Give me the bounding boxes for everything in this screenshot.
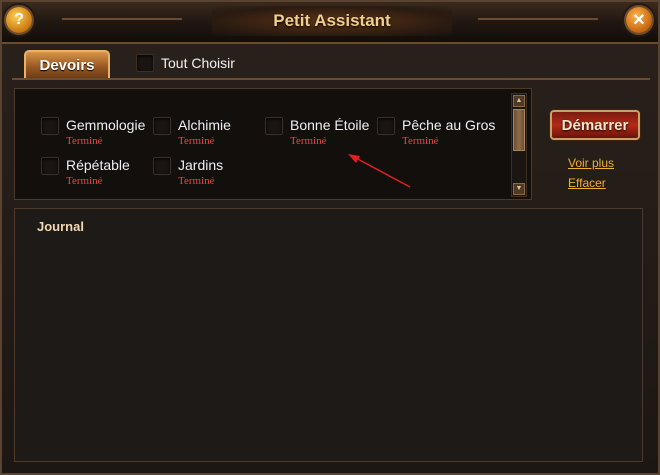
task-alchimie[interactable]: Alchimie Terminé [153,117,231,148]
task-name: Bonne Étoile [290,117,370,133]
task-name: Alchimie [178,117,231,133]
start-button[interactable]: Démarrer [550,110,640,140]
task-status: Terminé [290,135,327,147]
task-checkbox[interactable] [41,157,59,175]
title-ornament-left [62,18,182,20]
see-more-link[interactable]: Voir plus [568,156,614,170]
task-status: Terminé [178,175,215,187]
task-name: Gemmologie [66,117,146,133]
tab-devoirs[interactable]: Devoirs [24,50,110,78]
task-status: Terminé [66,135,103,147]
journal-panel: Journal [14,208,643,462]
select-all-label: Tout Choisir [161,55,235,71]
scroll-down-icon[interactable]: ▼ [513,183,525,195]
task-checkbox[interactable] [153,117,171,135]
tab-bar: Devoirs Tout Choisir [12,46,650,80]
task-repetable[interactable]: Répétable Terminé [41,157,130,188]
window-title: Petit Assistant [273,11,391,30]
scroll-thumb[interactable] [513,109,525,151]
task-name: Répétable [66,157,130,173]
task-checkbox[interactable] [41,117,59,135]
task-gemmologie[interactable]: Gemmologie Terminé [41,117,145,148]
assistant-window: Petit Assistant ? ✕ Devoirs Tout Choisir… [0,0,660,475]
close-icon[interactable]: ✕ [626,7,652,33]
title-ornament-right [478,18,598,20]
annotation-arrow-icon [348,154,411,188]
task-checkbox[interactable] [377,117,395,135]
task-status: Terminé [178,135,215,147]
task-panel: Gemmologie Terminé Alchimie Terminé Bonn… [14,88,532,200]
task-checkbox[interactable] [153,157,171,175]
task-checkbox[interactable] [265,117,283,135]
task-jardins[interactable]: Jardins Terminé [153,157,223,188]
task-scrollbar[interactable]: ▲ ▼ [511,93,527,197]
help-icon[interactable]: ? [6,7,32,33]
task-peche-au-gros[interactable]: Pêche au Gros Terminé [377,117,495,148]
task-name: Pêche au Gros [402,117,496,133]
task-status: Terminé [66,175,103,187]
journal-title: Journal [37,219,84,234]
task-status: Terminé [402,135,439,147]
select-all-checkbox[interactable] [136,54,154,72]
task-name: Jardins [178,157,224,173]
select-all[interactable]: Tout Choisir [136,54,235,72]
title-bar[interactable]: Petit Assistant ? ✕ [2,2,658,44]
clear-link[interactable]: Effacer [568,176,606,190]
task-bonne-etoile[interactable]: Bonne Étoile Terminé [265,117,369,148]
scroll-up-icon[interactable]: ▲ [513,95,525,107]
